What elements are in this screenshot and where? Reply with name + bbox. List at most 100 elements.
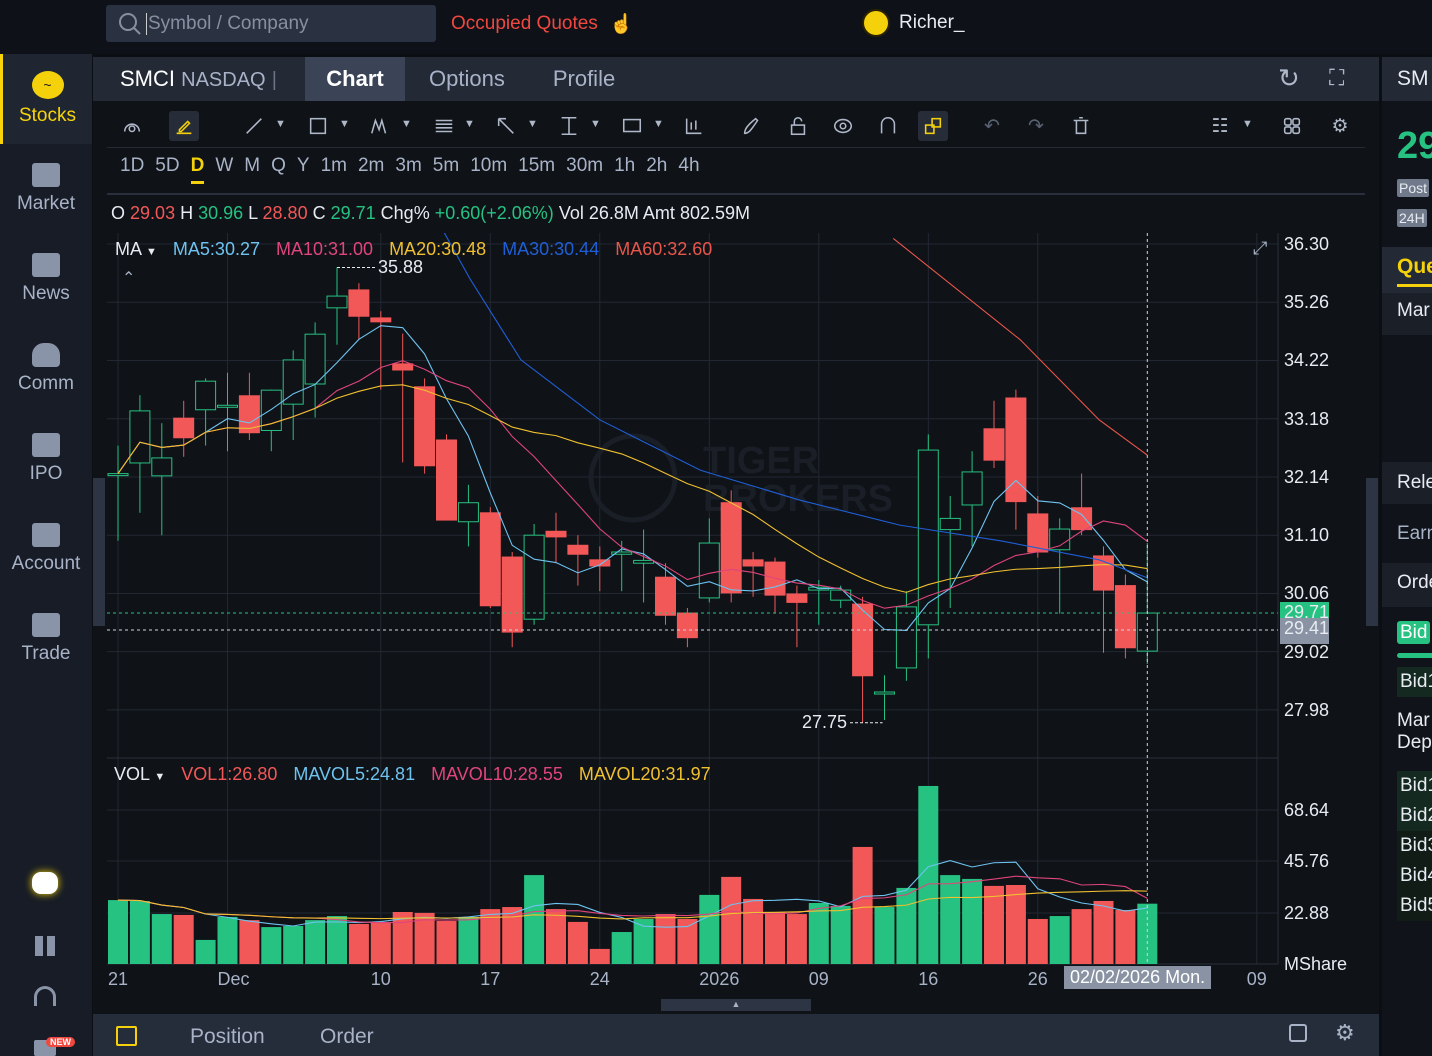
volume-tick: 68.64 xyxy=(1284,799,1330,820)
timeframe-W[interactable]: W xyxy=(215,155,233,184)
ma60-value: MA60:32.60 xyxy=(615,239,713,259)
user-profile[interactable]: Richer_ xyxy=(862,9,964,37)
timeframe-D[interactable]: D xyxy=(190,155,205,184)
bid-level-3: Bid3 xyxy=(1397,831,1432,861)
bid-level-2: Bid2 xyxy=(1397,801,1432,831)
measure-icon[interactable] xyxy=(554,111,584,141)
volume-bar xyxy=(852,846,873,964)
date-tick: 24 xyxy=(589,969,610,989)
candle-up xyxy=(457,502,479,523)
sidebar-item-account[interactable]: Account xyxy=(0,504,92,594)
eye-icon[interactable] xyxy=(828,111,858,141)
fullscreen-icon[interactable]: ⛶ xyxy=(1329,65,1344,91)
candle-up xyxy=(217,404,238,408)
timeframe-Q[interactable]: Q xyxy=(271,155,286,184)
sidebar-item-label: Stocks xyxy=(18,105,77,126)
candle-down xyxy=(1114,585,1136,649)
panel-collapse-left-handle[interactable] xyxy=(93,478,105,626)
trash-icon[interactable] xyxy=(1066,111,1096,141)
trend-line-icon[interactable] xyxy=(239,111,269,141)
bid-level-4: Bid4 xyxy=(1397,861,1432,891)
panel-toggle-icon[interactable] xyxy=(116,1026,137,1046)
vol-indicator-select[interactable]: VOL ▼ xyxy=(114,764,165,785)
text-icon[interactable] xyxy=(617,111,647,141)
tab-options[interactable]: Options xyxy=(405,57,529,101)
timeframe-1h[interactable]: 1h xyxy=(614,155,635,184)
timeframe-Y[interactable]: Y xyxy=(297,155,310,184)
settings-gear-icon[interactable]: ⚙ xyxy=(1325,111,1355,141)
unlock-icon[interactable] xyxy=(783,111,813,141)
undo-icon[interactable]: ↶ xyxy=(977,111,1007,141)
apps-grid-icon[interactable] xyxy=(35,936,55,956)
grid-layout-icon[interactable] xyxy=(1277,111,1307,141)
volume-bar xyxy=(546,909,566,964)
tab-order[interactable]: Order xyxy=(320,1025,374,1049)
news-icon xyxy=(32,253,60,277)
volume-bar xyxy=(173,914,194,964)
redo-icon[interactable]: ↷ xyxy=(1021,111,1051,141)
layout-list-icon[interactable]: ☷ xyxy=(1205,111,1235,141)
expand-chart-icon[interactable]: ⤢ xyxy=(1253,238,1267,259)
timeframe-15m[interactable]: 15m xyxy=(518,155,555,184)
timeframe-1m[interactable]: 1m xyxy=(321,155,347,184)
volume-bar xyxy=(567,921,588,964)
search-box[interactable] xyxy=(106,5,436,42)
sidebar-item-news[interactable]: News xyxy=(0,234,92,324)
sidebar-item-stocks[interactable]: ~ Stocks xyxy=(0,54,92,144)
bid-tab[interactable]: Bid xyxy=(1397,621,1431,644)
symbol-tabs: SMCI NASDAQ | Chart Options Profile ↻ ⛶ xyxy=(93,57,1379,101)
timeframe-2h[interactable]: 2h xyxy=(646,155,667,184)
earnings-link[interactable]: Earn xyxy=(1382,523,1432,545)
arrow-icon[interactable] xyxy=(491,111,521,141)
timeframe-4h[interactable]: 4h xyxy=(678,155,699,184)
price-tick: 35.26 xyxy=(1284,292,1330,313)
gauge-icon[interactable] xyxy=(117,111,147,141)
timeframe-1D[interactable]: 1D xyxy=(120,155,144,184)
bottom-drawer-handle[interactable]: ▲ xyxy=(661,999,811,1011)
candle-down xyxy=(501,556,523,633)
pen-icon[interactable] xyxy=(737,111,767,141)
quote-side-panel: SM 29 Post 24H Que Mar Rele Earn Orde Bi… xyxy=(1382,57,1432,1056)
timeframe-M[interactable]: M xyxy=(244,155,260,184)
ma-indicator-select[interactable]: MA ▼ xyxy=(115,239,157,260)
assistant-robot-icon[interactable] xyxy=(32,872,58,894)
rectangle-icon[interactable] xyxy=(303,111,333,141)
indicator-icon[interactable] xyxy=(679,111,709,141)
volume-bar xyxy=(677,918,698,964)
timeframe-2m[interactable]: 2m xyxy=(358,155,384,184)
candlestick-chart[interactable]: TIGERBROKERS xyxy=(93,233,1378,1003)
sidebar-item-comm[interactable]: Comm xyxy=(0,324,92,414)
tab-quotes[interactable]: Que xyxy=(1382,247,1432,293)
pattern-icon[interactable] xyxy=(365,111,395,141)
popout-icon[interactable] xyxy=(1289,1024,1307,1042)
sidebar-item-ipo[interactable]: IPO xyxy=(0,414,92,504)
panel-collapse-right-handle[interactable] xyxy=(1366,478,1378,626)
fibonacci-icon[interactable] xyxy=(429,111,459,141)
volume-bar xyxy=(129,900,150,964)
tab-profile[interactable]: Profile xyxy=(529,57,639,101)
tab-chart[interactable]: Chart xyxy=(305,57,405,101)
settings-gear-icon[interactable]: ⚙ xyxy=(1335,1020,1355,1046)
tab-position[interactable]: Position xyxy=(190,1025,265,1049)
sidebar-item-market[interactable]: Market xyxy=(0,144,92,234)
refresh-icon[interactable]: ↻ xyxy=(1278,63,1300,94)
timeframe-5D[interactable]: 5D xyxy=(155,155,179,184)
candle-down xyxy=(392,363,414,371)
candle-up xyxy=(129,410,151,464)
timeframe-30m[interactable]: 30m xyxy=(566,155,603,184)
link-drawings-icon[interactable] xyxy=(918,111,948,141)
order-section[interactable]: Orde xyxy=(1382,563,1432,607)
timeframe-10m[interactable]: 10m xyxy=(470,155,507,184)
search-input[interactable] xyxy=(146,12,426,35)
timeframe-5m[interactable]: 5m xyxy=(433,155,459,184)
headset-icon[interactable] xyxy=(34,986,56,1006)
related-section[interactable]: Rele xyxy=(1382,462,1432,504)
volume-tick: 22.88 xyxy=(1284,902,1330,923)
pencil-draw-icon[interactable] xyxy=(169,111,199,141)
magnet-icon[interactable] xyxy=(873,111,903,141)
collapse-chevron-icon[interactable]: ⌃ xyxy=(122,268,135,288)
volume-bar xyxy=(436,921,457,964)
occupied-quotes-link[interactable]: Occupied Quotes ☝ xyxy=(451,12,633,36)
sidebar-item-trade[interactable]: Trade xyxy=(0,594,92,684)
timeframe-3m[interactable]: 3m xyxy=(395,155,421,184)
